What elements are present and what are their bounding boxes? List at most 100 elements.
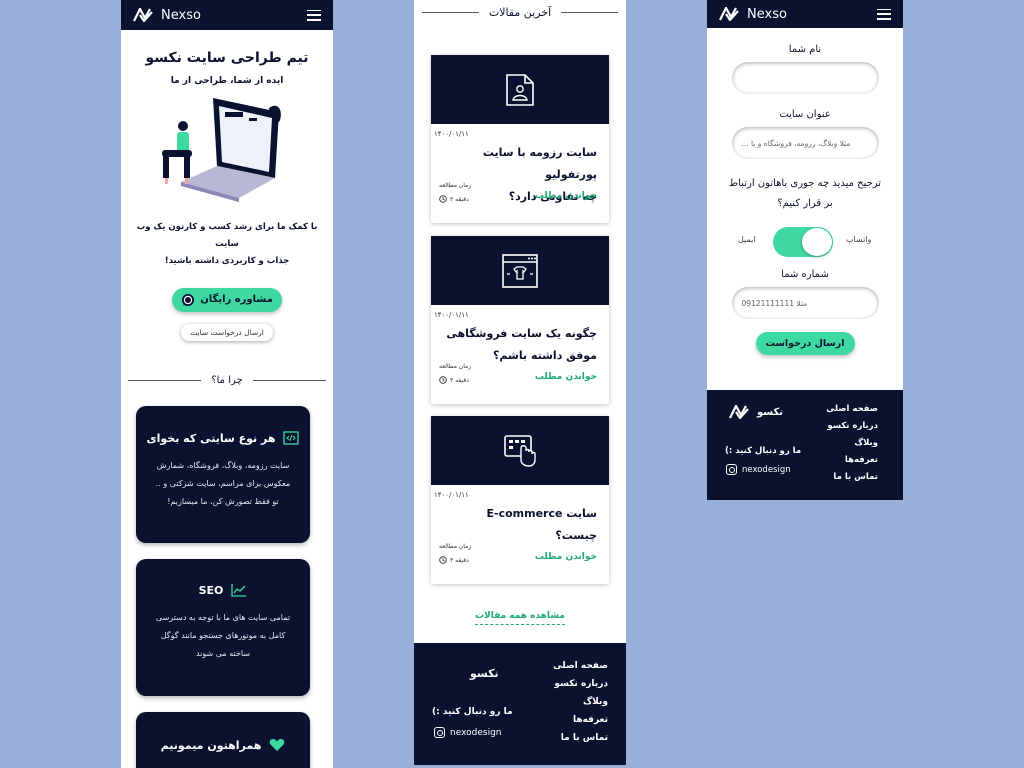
contact-method-toggle[interactable] bbox=[773, 227, 833, 257]
footer-link-blog[interactable]: وبلاگ bbox=[826, 435, 878, 452]
hero-description: با کمک ما برای رشد کسب و کارتون یک وب سا… bbox=[121, 219, 333, 270]
article-date: ۱۴۰۰/۰۱/۱۱ bbox=[434, 130, 469, 138]
free-consultation-button[interactable]: مشاوره رایگان bbox=[172, 287, 282, 312]
site-title-input[interactable]: مثلا وبلاگ، رزومه، فروشگاه و یا ... bbox=[731, 127, 879, 159]
feature-header: همراهتون میمونیم bbox=[136, 738, 310, 752]
request-form-screen: Nexso نام شما عنوان سایت مثلا وبلاگ، رزو… bbox=[707, 0, 903, 500]
menu-icon[interactable] bbox=[877, 8, 891, 20]
reading-time: ۳ دقیقه bbox=[439, 195, 469, 203]
toggle-label-whatsapp: واتساپ bbox=[846, 235, 872, 244]
hero-desc-line2: جذاب و کاربردی داشته باشید! bbox=[164, 256, 290, 266]
footer-instagram[interactable]: nexodesign bbox=[434, 727, 502, 738]
divider-line bbox=[422, 12, 479, 13]
toggle-label-email: ایمیل bbox=[738, 235, 756, 244]
footer-link-about[interactable]: درباره نکسو bbox=[553, 675, 608, 693]
feature-description: تمامی سایت های ما با توجه به دسترسی کامل… bbox=[136, 609, 310, 663]
article-thumbnail bbox=[431, 55, 609, 124]
article-date: ۱۴۰۰/۰۱/۱۱ bbox=[434, 311, 469, 319]
footer-brand: نکسو bbox=[470, 667, 499, 680]
clock-icon bbox=[439, 376, 447, 384]
feature-description: سایت رزومه، وبلاگ، فروشگاه، شمارش معکوس … bbox=[136, 457, 310, 511]
navbar: Nexso bbox=[707, 0, 903, 28]
shop-browser-icon bbox=[502, 253, 538, 288]
footer-link-home[interactable]: صفحه اصلی bbox=[553, 657, 608, 675]
reading-time: ۳ دقیقه bbox=[439, 376, 469, 384]
why-us-title: چرا ما؟ bbox=[211, 374, 243, 386]
footer-link-contact[interactable]: تماس با ما bbox=[826, 469, 878, 486]
whatsapp-icon bbox=[182, 293, 195, 306]
site-title-label: عنوان سایت bbox=[779, 109, 831, 120]
feature-card: هر نوع سایتی که بخوای سایت رزومه، وبلاگ،… bbox=[136, 406, 310, 543]
nexso-logo-icon bbox=[719, 7, 739, 21]
menu-icon[interactable] bbox=[307, 9, 321, 21]
reading-time: ۳ دقیقه bbox=[439, 556, 469, 564]
footer-instagram[interactable]: nexodesign bbox=[726, 464, 791, 475]
divider-line bbox=[128, 379, 202, 381]
instagram-handle: nexodesign bbox=[742, 464, 791, 475]
brand[interactable]: Nexso bbox=[133, 8, 201, 23]
heart-icon bbox=[270, 738, 285, 751]
articles-screen: آخرین مقالات ۱۴۰۰/۰۱/۱۱ سایت رزومه با سا… bbox=[414, 0, 626, 765]
read-more-link[interactable]: خواندن مطلب bbox=[535, 552, 597, 562]
footer-menu: صفحه اصلی درباره نکسو وبلاگ تعرفه‌ها تما… bbox=[553, 657, 608, 747]
phone-input[interactable]: مثلا 09121111111 bbox=[731, 287, 879, 319]
reading-time-label: زمان مطالعه bbox=[439, 543, 472, 550]
footer-link-about[interactable]: درباره نکسو bbox=[826, 418, 878, 435]
feature-desc-line: سایت رزومه، وبلاگ، فروشگاه، شمارش bbox=[156, 461, 290, 470]
footer-link-pricing[interactable]: تعرفه‌ها bbox=[826, 452, 878, 469]
question-line: ترجیح میدید چه جوری باهاتون ارتباط bbox=[728, 178, 882, 189]
nexso-logo-icon bbox=[133, 8, 153, 22]
article-card[interactable]: ۱۴۰۰/۰۱/۱۱ چگونه یک سایت فروشگاهی موفق د… bbox=[431, 236, 609, 404]
name-input[interactable] bbox=[731, 62, 879, 94]
feature-header: SEO bbox=[136, 583, 310, 597]
brand[interactable]: Nexso bbox=[719, 7, 787, 22]
article-card[interactable]: ۱۴۰۰/۰۱/۱۱ سایت رزومه با سایت پورتفولیو … bbox=[431, 55, 609, 223]
view-all-articles-link[interactable]: مشاهده همه مقالات bbox=[474, 611, 566, 625]
instagram-icon bbox=[726, 464, 737, 475]
read-more-link[interactable]: خواندن مطلب bbox=[535, 372, 597, 382]
contact-method-question: ترجیح میدید چه جوری باهاتون ارتباط بر قر… bbox=[707, 174, 903, 214]
why-us-heading: چرا ما؟ bbox=[128, 375, 326, 386]
free-consultation-label: مشاوره رایگان bbox=[200, 294, 273, 305]
toggle-knob bbox=[802, 228, 832, 256]
divider-line bbox=[561, 12, 619, 13]
feature-card: همراهتون میمونیم bbox=[136, 712, 310, 768]
read-more-link[interactable]: خواندن مطلب bbox=[535, 191, 597, 201]
footer-link-home[interactable]: صفحه اصلی bbox=[826, 401, 878, 418]
hero-illustration bbox=[121, 94, 333, 204]
article-title: سایت E-commerce چیست؟ bbox=[431, 503, 609, 547]
footer-menu: صفحه اصلی درباره نکسو وبلاگ تعرفه‌ها تما… bbox=[826, 401, 878, 486]
name-label: نام شما bbox=[788, 44, 822, 55]
contact-method-toggle-row: ایمیل واتساپ bbox=[707, 223, 903, 265]
article-title-line: سایت رزومه با سایت پورتفولیو bbox=[482, 146, 597, 181]
reading-time-value: ۳ دقیقه bbox=[450, 376, 469, 384]
articles-heading: آخرین مقالات bbox=[422, 6, 619, 19]
reading-time-value: ۳ دقیقه bbox=[450, 195, 469, 203]
footer-link-blog[interactable]: وبلاگ bbox=[553, 693, 608, 711]
hero-desc-line1: با کمک ما برای رشد کسب و کارتون یک وب سا… bbox=[136, 222, 318, 249]
reading-time-label: زمان مطالعه bbox=[439, 182, 472, 189]
article-card[interactable]: ۱۴۰۰/۰۱/۱۱ سایت E-commerce چیست؟ زمان مط… bbox=[431, 416, 609, 584]
instagram-handle: nexodesign bbox=[450, 727, 502, 738]
feature-title: SEO bbox=[198, 583, 224, 597]
article-thumbnail bbox=[431, 236, 609, 305]
footer-brand: نکسو bbox=[729, 405, 783, 419]
feature-card: SEO تمامی سایت های ما با توجه به دسترسی … bbox=[136, 559, 310, 696]
feature-header: هر نوع سایتی که بخوای bbox=[136, 431, 310, 445]
article-thumbnail bbox=[431, 416, 609, 485]
submit-request-button[interactable]: ارسال درخواست bbox=[755, 332, 855, 355]
article-title-line: چگونه یک سایت فروشگاهی bbox=[446, 327, 597, 340]
instagram-icon bbox=[434, 727, 445, 738]
footer: صفحه اصلی درباره نکسو وبلاگ تعرفه‌ها تما… bbox=[414, 643, 626, 765]
hero-title: تیم طراحی سایت نکسو bbox=[145, 50, 309, 66]
hero-subtitle: ایده از شما، طراحی از ما bbox=[170, 76, 284, 86]
footer-brand-name: نکسو bbox=[757, 406, 784, 418]
code-icon bbox=[283, 431, 300, 445]
brand-name: Nexso bbox=[161, 7, 201, 23]
footer-link-pricing[interactable]: تعرفه‌ها bbox=[553, 711, 608, 729]
footer-link-contact[interactable]: تماس با ما bbox=[553, 729, 608, 747]
request-site-button[interactable]: ارسال درخواست سایت bbox=[181, 323, 273, 341]
feature-title: همراهتون میمونیم bbox=[160, 738, 262, 752]
chart-line-icon bbox=[231, 584, 247, 597]
ecommerce-touch-icon bbox=[504, 434, 536, 467]
